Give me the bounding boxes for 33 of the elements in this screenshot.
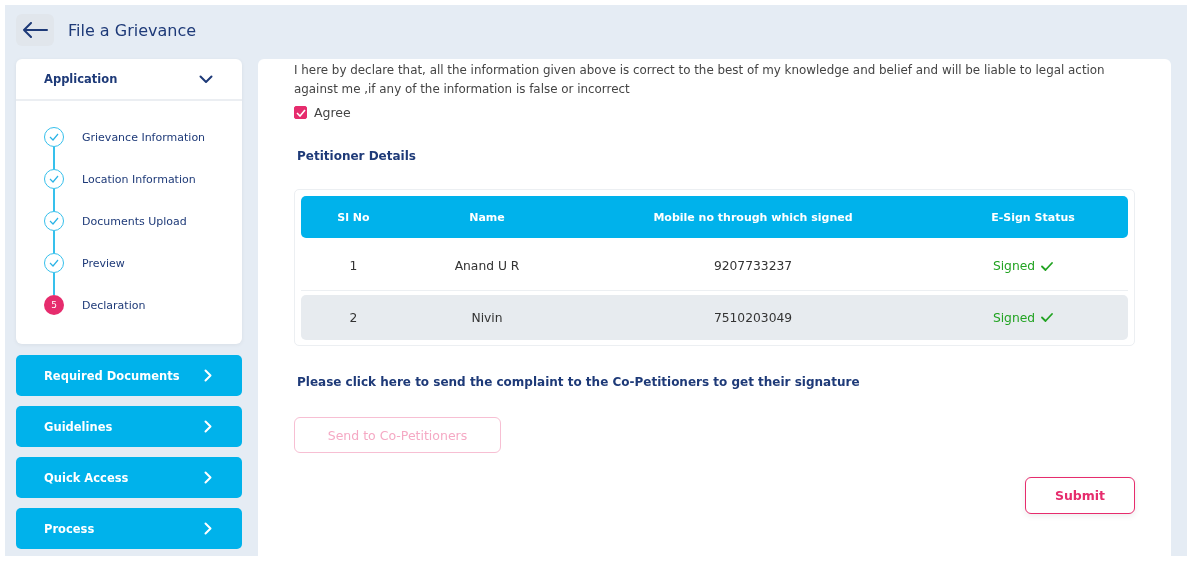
table-cell: 7510203049 <box>713 310 793 325</box>
application-header[interactable]: Application <box>16 59 242 101</box>
table-cell: 9207733237 <box>713 259 793 273</box>
step-label[interactable]: Preview <box>82 253 125 275</box>
table-cell: Anand U R <box>454 259 520 273</box>
table-cell: 1 <box>349 259 358 273</box>
step-label[interactable]: Grievance Information <box>82 127 206 149</box>
back-arrow-icon <box>22 22 48 38</box>
chevron-right-icon <box>204 369 212 382</box>
chevron-right-icon <box>204 471 212 484</box>
table-cell: Nivin <box>471 310 503 325</box>
column-header: Sl No <box>336 210 371 224</box>
page-title: File a Grievance <box>68 20 197 40</box>
column-header: Name <box>468 210 506 224</box>
application-title: Application <box>44 72 118 86</box>
table-cell: 2 <box>349 310 358 325</box>
step-label[interactable]: Documents Upload <box>82 211 187 233</box>
declaration-text: I here by declare that, all the information given above is correct to the best of my knowledge and belief and will be liable to legal action against me ,if any of the information is false or incorrect <box>294 62 1106 98</box>
chevron-right-icon <box>204 420 212 433</box>
chevron-right-icon <box>204 522 212 535</box>
agree-checkbox[interactable] <box>294 106 307 119</box>
instruction-text: Please click here to send the complaint to the Co-Petitioners to get their signature <box>297 375 860 389</box>
column-header: Mobile no through which signed <box>652 210 854 224</box>
step-label[interactable]: Location Information <box>82 169 196 191</box>
step-label[interactable]: Declaration <box>82 295 146 317</box>
section-title: Petitioner Details <box>297 149 416 163</box>
back-button[interactable] <box>16 14 54 46</box>
agree-label: Agree <box>314 105 351 120</box>
status-text: Signed <box>992 310 1036 325</box>
step-number: 5 <box>44 295 64 315</box>
column-header: E-Sign Status <box>990 210 1076 224</box>
submit-button[interactable]: Submit <box>1025 477 1135 514</box>
status-text: Signed <box>992 259 1036 273</box>
